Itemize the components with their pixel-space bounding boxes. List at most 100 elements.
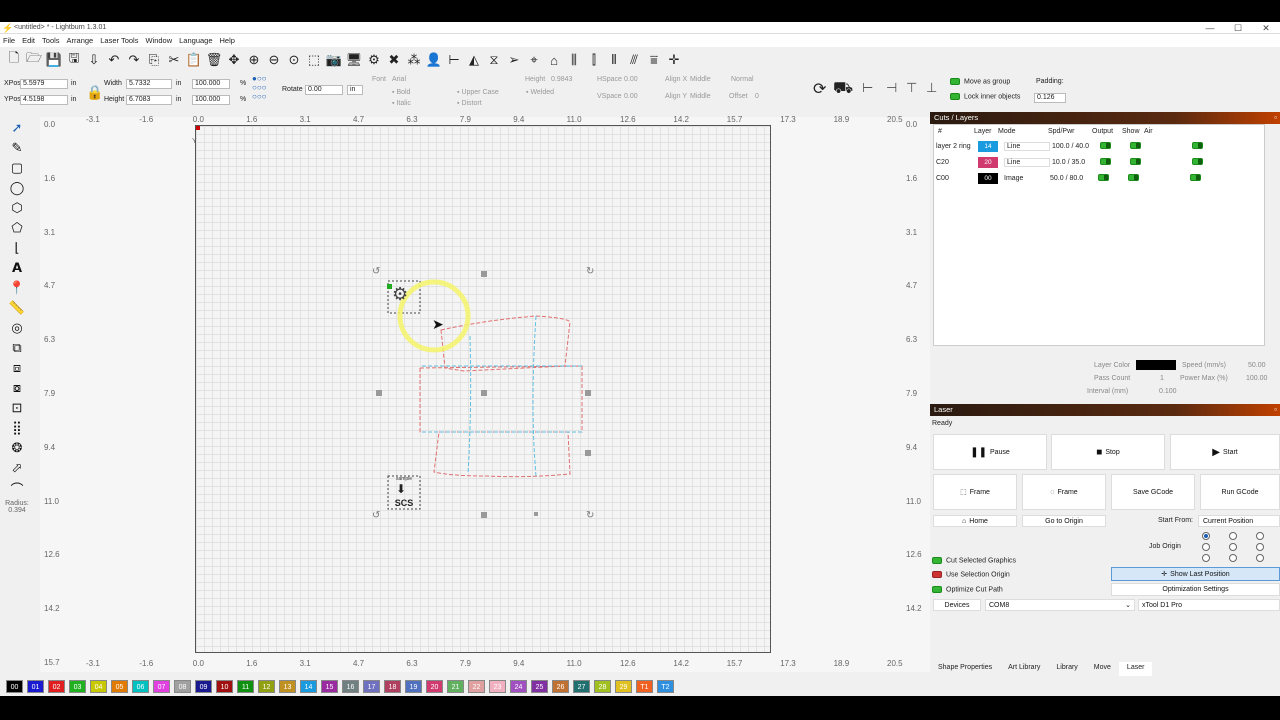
font-select[interactable]: Arial	[392, 76, 406, 83]
welded-toggle[interactable]: ▪ Welded	[526, 89, 554, 96]
palette-swatch[interactable]: 01	[27, 679, 44, 693]
cut-layer-row[interactable]: layer 2 ring 14 Line 100.0 / 40.0	[934, 138, 1264, 154]
distribute3-icon[interactable]: ⦀	[604, 50, 624, 70]
go-to-origin-button[interactable]: Go to Origin	[1022, 515, 1106, 527]
save-icon[interactable]: 💾	[44, 50, 64, 70]
bold-toggle[interactable]: ▪ Bold	[392, 89, 410, 96]
palette-swatch[interactable]: 22	[468, 679, 485, 693]
cut-mode-select[interactable]: Image	[1004, 175, 1050, 182]
aligny-select[interactable]: Middle	[690, 93, 711, 100]
palette-swatch[interactable]: 03	[69, 679, 86, 693]
palette-swatch[interactable]: 23	[489, 679, 506, 693]
minimize-button[interactable]: —	[1196, 22, 1224, 34]
settings-icon[interactable]: ⚙	[364, 50, 384, 70]
height-input[interactable]: 6.7083	[126, 95, 172, 105]
palette-swatch[interactable]: 25	[531, 679, 548, 693]
scale-handle-bottom[interactable]	[481, 512, 487, 518]
job-origin-tc-radio[interactable]	[1229, 532, 1237, 540]
zoom-in-icon[interactable]: ⊕	[244, 50, 264, 70]
port-select[interactable]: COM8 ⌄	[985, 599, 1135, 611]
cut-mode-select[interactable]: Line	[1004, 141, 1050, 151]
palette-swatch[interactable]: 29	[615, 679, 632, 693]
group-icon[interactable]: ⁂	[404, 50, 424, 70]
panel-close-icon[interactable]: ▫	[1274, 112, 1277, 124]
palette-swatch[interactable]: 02	[48, 679, 65, 693]
import-icon[interactable]: ⇩	[84, 50, 104, 70]
tab-art-library[interactable]: Art Library	[1000, 662, 1048, 676]
job-origin-mc-radio[interactable]	[1229, 543, 1237, 551]
palette-swatch[interactable]: 17	[363, 679, 380, 693]
align-bottom-icon[interactable]: ⊥	[926, 80, 937, 96]
vspace-input[interactable]: 0.00	[624, 93, 638, 100]
palette-swatch[interactable]: 28	[594, 679, 611, 693]
rectangle-tool-icon[interactable]: ▢	[5, 158, 29, 178]
palette-swatch[interactable]: T1	[636, 679, 653, 693]
job-origin-ml-radio[interactable]	[1202, 543, 1210, 551]
rotate-handle-br-icon[interactable]: ↻	[586, 510, 594, 521]
tab-move[interactable]: Move	[1086, 662, 1119, 676]
palette-swatch[interactable]: 14	[300, 679, 317, 693]
palette-swatch[interactable]: 12	[258, 679, 275, 693]
use-selection-origin-toggle[interactable]: Use Selection Origin	[932, 571, 1010, 578]
subtract-tool-icon[interactable]: ⧇	[5, 378, 29, 398]
delete-icon[interactable]: 🗑	[204, 50, 224, 70]
padding-input[interactable]: 0.126	[1034, 93, 1066, 103]
tab-shape-properties[interactable]: Shape Properties	[930, 662, 1000, 676]
cut-layer-chip[interactable]: 20	[978, 156, 998, 168]
zoom-fit-icon[interactable]: ⊙	[284, 50, 304, 70]
palette-swatch[interactable]: 09	[195, 679, 212, 693]
anchor-grid-icon[interactable]: ●○○ ○○○ ○○○	[252, 74, 267, 101]
inner-handle[interactable]	[585, 450, 591, 456]
save-as-icon[interactable]: 🖫	[64, 50, 84, 70]
camera-icon[interactable]: 📷	[324, 50, 344, 70]
palette-swatch[interactable]: 08	[174, 679, 191, 693]
flip-icon[interactable]: ◭	[464, 50, 484, 70]
devices-button[interactable]: Devices	[933, 599, 981, 611]
align-top-icon[interactable]: ⊤	[906, 80, 917, 96]
center-handle[interactable]	[481, 390, 487, 396]
distribute4-icon[interactable]: ⫻	[624, 50, 644, 70]
job-origin-tr-radio[interactable]	[1256, 532, 1264, 540]
palette-swatch[interactable]: 10	[216, 679, 233, 693]
show-toggle[interactable]	[1128, 173, 1139, 181]
scale-handle-top[interactable]	[481, 271, 487, 277]
palette-swatch[interactable]: 20	[426, 679, 443, 693]
palette-swatch[interactable]: 21	[447, 679, 464, 693]
tab-laser[interactable]: Laser	[1118, 662, 1153, 676]
run-gcode-button[interactable]: Run GCode	[1200, 474, 1280, 510]
palette-swatch[interactable]: 24	[510, 679, 527, 693]
optimization-settings-button[interactable]: Optimization Settings	[1111, 583, 1280, 596]
palette-swatch[interactable]: 07	[153, 679, 170, 693]
rotate-unit[interactable]: in	[347, 85, 363, 95]
redo-icon[interactable]: ↷	[124, 50, 144, 70]
palette-swatch[interactable]: 05	[111, 679, 128, 693]
ypos-input[interactable]: 4.5198	[20, 95, 68, 105]
menu-language[interactable]: Language	[176, 36, 216, 45]
width-input[interactable]: 5.7332	[126, 79, 172, 89]
xpos-input[interactable]: 5.5979	[20, 79, 68, 89]
menu-tools[interactable]: Tools	[39, 36, 64, 45]
menu-arrange[interactable]: Arrange	[64, 36, 98, 45]
job-origin-br-radio[interactable]	[1256, 554, 1264, 562]
palette-swatch[interactable]: 26	[552, 679, 569, 693]
menu-laser-tools[interactable]: Laser Tools	[97, 36, 142, 45]
frame-icon[interactable]: ⌂	[544, 50, 564, 70]
palette-swatch[interactable]: 19	[405, 679, 422, 693]
select-tool-icon[interactable]: ➚	[5, 118, 29, 138]
align-icon[interactable]: ⊢	[444, 50, 464, 70]
undo-icon[interactable]: ↶	[104, 50, 124, 70]
job-origin-bl-radio[interactable]	[1202, 554, 1210, 562]
rotate-input[interactable]: 0.00	[305, 85, 343, 95]
palette-swatch[interactable]: 06	[132, 679, 149, 693]
lock-inner-toggle[interactable]: Lock inner objects	[950, 93, 1020, 100]
tab-library[interactable]: Library	[1048, 662, 1085, 676]
fillet-tool-icon[interactable]: ⌒	[5, 478, 29, 498]
rotate-handle-tr-icon[interactable]: ↻	[586, 266, 594, 277]
align-center-icon[interactable]: ⊣	[886, 80, 897, 96]
palette-swatch[interactable]: 15	[321, 679, 338, 693]
union-tool-icon[interactable]: ⧈	[5, 358, 29, 378]
open-icon[interactable]: 🗁	[24, 50, 44, 70]
optimize-cut-path-toggle[interactable]: Optimize Cut Path	[932, 586, 1003, 593]
cut-layer-chip[interactable]: 14	[978, 140, 998, 152]
radius-value[interactable]: 0.394	[8, 507, 26, 514]
